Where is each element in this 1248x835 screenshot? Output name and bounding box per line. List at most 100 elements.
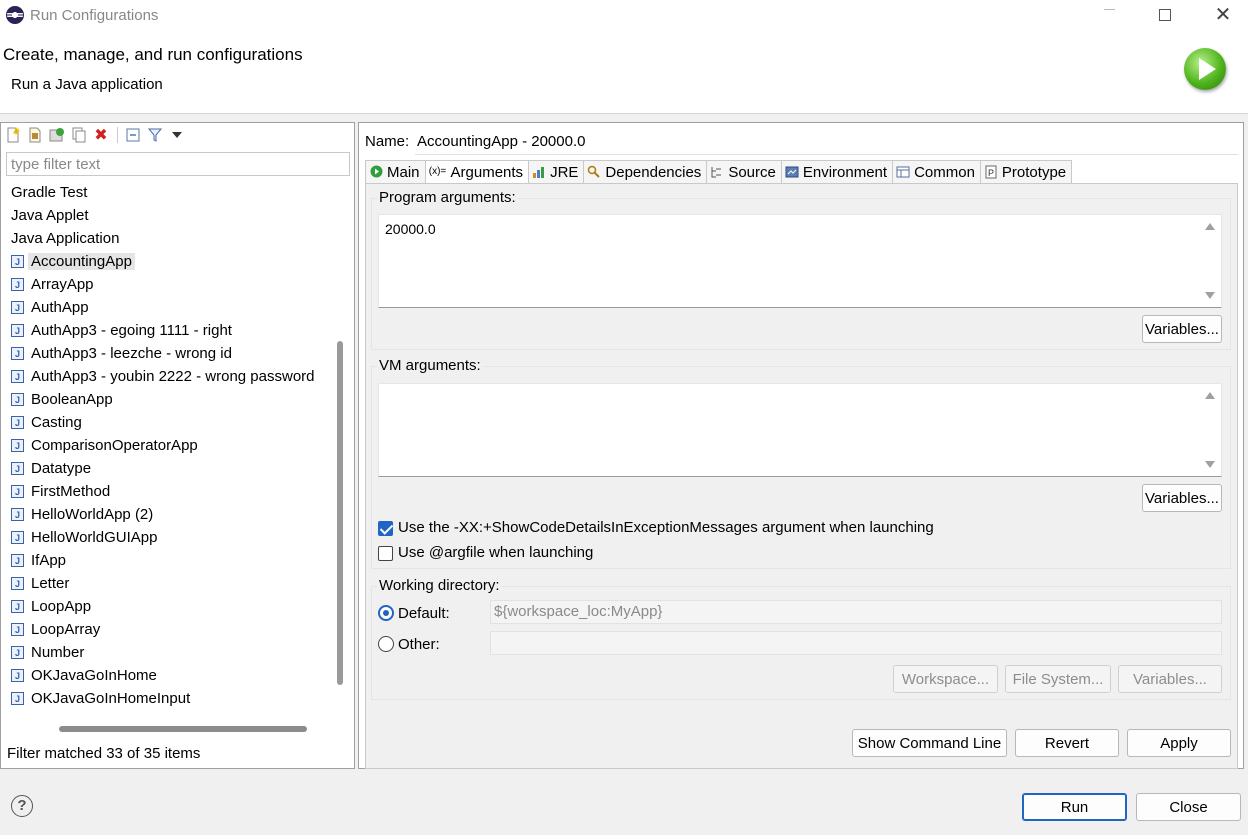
other-directory-field[interactable] <box>490 631 1222 655</box>
argfile-checkbox[interactable] <box>378 546 393 561</box>
tab-label: Arguments <box>450 163 524 181</box>
maximize-button[interactable] <box>1142 0 1188 32</box>
tree-item[interactable]: Letter <box>6 572 331 596</box>
show-command-line-button[interactable]: Show Command Line <box>852 729 1007 757</box>
tree-item-label: LoopArray <box>31 621 101 638</box>
tree-item[interactable]: AuthApp <box>6 296 331 320</box>
tree-item-label: HelloWorldGUIApp <box>31 529 158 546</box>
tree-item[interactable]: Number <box>6 641 331 665</box>
collapse-all-icon[interactable] <box>123 126 143 144</box>
tree-item[interactable]: AuthApp3 - leezche - wrong id <box>6 342 331 366</box>
tab-common[interactable]: Common <box>893 160 981 184</box>
java-app-icon <box>11 412 24 435</box>
tab-prototype[interactable]: P Prototype <box>980 160 1073 184</box>
tree-vertical-scroll-thumb[interactable] <box>337 341 343 685</box>
scroll-down-arrow-icon[interactable] <box>1205 292 1215 299</box>
vm-arguments-label: VM arguments: <box>377 357 483 374</box>
tree-category-gradle-test[interactable]: Gradle Test <box>6 181 331 204</box>
tree-item[interactable]: ArrayApp <box>6 273 331 297</box>
working-dir-variables-button[interactable]: Variables... <box>1118 665 1222 693</box>
scroll-up-arrow-icon[interactable] <box>1205 392 1215 399</box>
tree-item[interactable]: HelloWorldApp (2) <box>6 503 331 527</box>
tree-category-java-applet[interactable]: Java Applet <box>6 204 331 227</box>
tree-item[interactable]: HelloWorldGUIApp <box>6 526 331 550</box>
tree-category-java-application[interactable]: Java Application <box>6 227 331 250</box>
tree-item[interactable]: BooleanApp <box>6 388 331 412</box>
tree-item-label: ArrayApp <box>31 276 94 293</box>
java-app-icon <box>11 504 24 527</box>
argfile-label[interactable]: Use @argfile when launching <box>398 544 593 561</box>
vm-args-variables-button[interactable]: Variables... <box>1142 484 1222 512</box>
tab-arguments[interactable]: (x)= Arguments <box>425 160 530 184</box>
revert-button[interactable]: Revert <box>1015 729 1119 757</box>
java-app-icon <box>11 389 24 412</box>
minimize-button[interactable] <box>1086 0 1132 32</box>
default-label[interactable]: Default: <box>398 605 450 622</box>
tree-item-label: Datatype <box>31 460 92 477</box>
workspace-button[interactable]: Workspace... <box>893 665 998 693</box>
program-args-variables-button[interactable]: Variables... <box>1142 315 1222 343</box>
view-menu-chevron-down-icon[interactable] <box>167 126 187 144</box>
tab-dependencies[interactable]: Dependencies <box>584 160 708 184</box>
java-app-icon <box>11 366 24 389</box>
tree-toolbar: ✖ <box>3 125 187 145</box>
tab-jre[interactable]: JRE <box>529 160 585 184</box>
close-window-button[interactable]: ✕ <box>1200 0 1246 32</box>
tab-main[interactable]: Main <box>365 160 426 184</box>
export-config-icon[interactable] <box>47 126 67 144</box>
java-app-icon <box>11 688 24 711</box>
other-label[interactable]: Other: <box>398 636 440 653</box>
default-directory-field: ${workspace_loc:MyApp} <box>490 600 1222 624</box>
program-arguments-textarea[interactable]: 20000.0 <box>378 214 1222 308</box>
tab-environment[interactable]: Environment <box>781 160 894 184</box>
tree-item[interactable]: Datatype <box>6 457 331 481</box>
tree-item[interactable]: OKJavaGoInHomeInput <box>6 687 331 711</box>
run-button[interactable]: Run <box>1022 793 1127 821</box>
tree-item[interactable]: LoopArray <box>6 618 331 642</box>
tree-item[interactable]: Casting <box>6 411 331 435</box>
apply-button[interactable]: Apply <box>1127 729 1231 757</box>
tree-item[interactable]: OKJavaGoInHome <box>6 664 331 688</box>
tree-item-selected[interactable]: AccountingApp <box>6 250 331 274</box>
show-code-details-label[interactable]: Use the -XX:+ShowCodeDetailsInExceptionM… <box>398 519 934 536</box>
name-input[interactable] <box>415 129 1238 155</box>
toolbar-separator <box>113 126 121 144</box>
program-arguments-value: 20000.0 <box>385 221 436 237</box>
show-code-details-checkbox[interactable] <box>378 521 393 536</box>
delete-config-icon[interactable]: ✖ <box>91 126 111 144</box>
tree-item[interactable]: AuthApp3 - youbin 2222 - wrong password <box>6 365 331 389</box>
vm-arguments-textarea[interactable] <box>378 383 1222 477</box>
java-app-icon <box>11 274 24 297</box>
java-app-icon <box>11 251 24 274</box>
help-icon[interactable]: ? <box>11 795 33 817</box>
tree-item[interactable]: FirstMethod <box>6 480 331 504</box>
java-app-icon <box>11 343 24 366</box>
scroll-up-arrow-icon[interactable] <box>1205 223 1215 230</box>
java-app-icon <box>11 619 24 642</box>
other-radio[interactable] <box>378 636 394 652</box>
tree-item-label: AccountingApp <box>28 253 135 270</box>
file-system-button[interactable]: File System... <box>1005 665 1111 693</box>
java-app-icon <box>11 596 24 619</box>
tree-horizontal-scroll-thumb[interactable] <box>59 726 307 732</box>
filter-input[interactable] <box>6 152 350 176</box>
tree-item[interactable]: ComparisonOperatorApp <box>6 434 331 458</box>
tab-source[interactable]: Source <box>707 160 782 184</box>
tree-item-label: Number <box>31 644 85 661</box>
tree-item[interactable]: LoopApp <box>6 595 331 619</box>
scroll-down-arrow-icon[interactable] <box>1205 461 1215 468</box>
tree-item-label: AuthApp <box>31 299 89 316</box>
tree-item[interactable]: AuthApp3 - egoing 1111 - right <box>6 319 331 343</box>
java-app-icon <box>11 481 24 504</box>
window-title: Run Configurations <box>30 7 159 24</box>
tree-item[interactable]: IfApp <box>6 549 331 573</box>
close-button[interactable]: Close <box>1136 793 1241 821</box>
tree-item-label: OKJavaGoInHome <box>31 667 157 684</box>
java-app-icon <box>11 642 24 665</box>
filter-icon[interactable] <box>145 126 165 144</box>
default-radio[interactable] <box>378 605 394 621</box>
new-config-icon[interactable] <box>3 126 23 144</box>
arguments-tab-icon: (x)= <box>428 166 447 177</box>
duplicate-config-icon[interactable] <box>69 126 89 144</box>
new-prototype-icon[interactable] <box>25 126 45 144</box>
